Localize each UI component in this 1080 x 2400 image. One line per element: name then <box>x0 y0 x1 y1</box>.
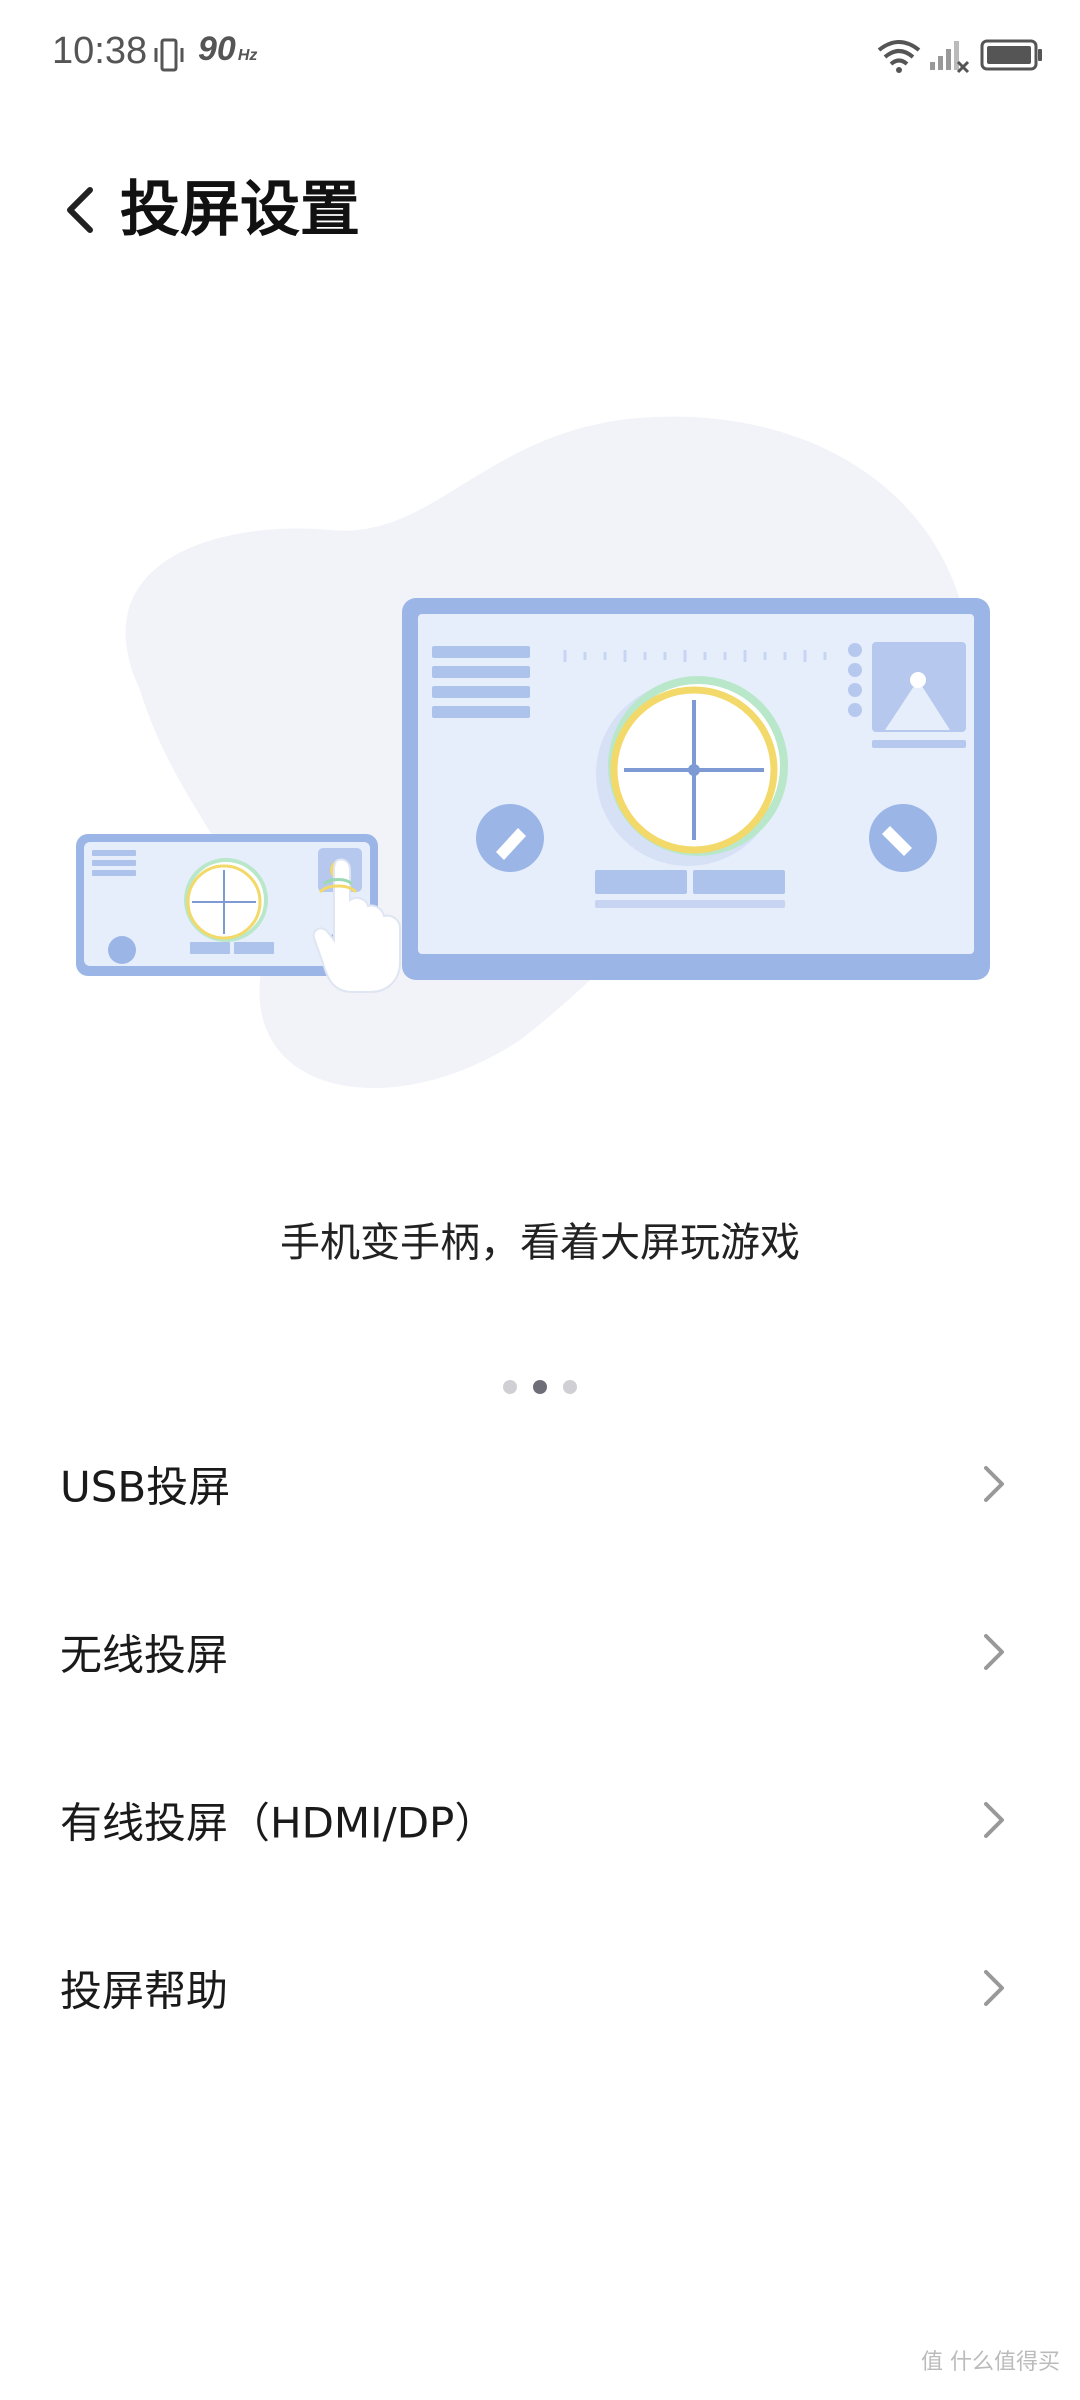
chevron-right-icon <box>984 1802 1004 1838</box>
page-title: 投屏设置 <box>120 176 360 243</box>
tablet-illustration <box>402 598 990 980</box>
chevron-right-icon <box>984 1466 1004 1502</box>
phone-illustration <box>76 834 401 993</box>
status-time: 10:38 <box>52 30 148 72</box>
menu-item-usb-cast[interactable]: USB投屏 <box>0 1400 1080 1568</box>
back-button[interactable] <box>40 170 120 250</box>
wifi-icon <box>877 40 921 73</box>
header: 投屏设置 <box>0 150 1080 270</box>
carousel-caption: 手机变手柄，看着大屏玩游戏 <box>280 1220 800 1266</box>
menu-item-wireless-cast[interactable]: 无线投屏 <box>0 1568 1080 1736</box>
menu-item-label: 投屏帮助 <box>60 1966 229 2016</box>
page-dot-active[interactable] <box>533 1380 547 1394</box>
vibrate-icon <box>154 38 184 72</box>
casting-illustration <box>76 416 990 1088</box>
signal-icon <box>930 41 970 74</box>
page-dot[interactable] <box>563 1380 577 1394</box>
menu-item-wired-cast[interactable]: 有线投屏（HDMI/DP） <box>0 1736 1080 1904</box>
page-dot[interactable] <box>503 1380 517 1394</box>
chevron-right-icon <box>984 1970 1004 2006</box>
menu-item-label: USB投屏 <box>60 1462 231 1512</box>
menu-item-cast-help[interactable]: 投屏帮助 <box>0 1904 1080 2072</box>
cast-settings-menu: USB投屏 无线投屏 有线投屏（HDMI/DP） 投屏帮助 <box>0 1400 1080 2072</box>
status-bar: 10:38 90 Hz <box>0 0 1080 110</box>
battery-icon <box>980 39 1042 71</box>
watermark: 值 什么值得买 <box>921 2350 1060 2375</box>
menu-item-label: 有线投屏（HDMI/DP） <box>60 1798 497 1848</box>
chevron-right-icon <box>984 1634 1004 1670</box>
carousel-page-indicator[interactable] <box>0 1380 1080 1400</box>
refresh-rate: 90 Hz <box>198 30 258 68</box>
menu-item-label: 无线投屏 <box>60 1630 229 1680</box>
